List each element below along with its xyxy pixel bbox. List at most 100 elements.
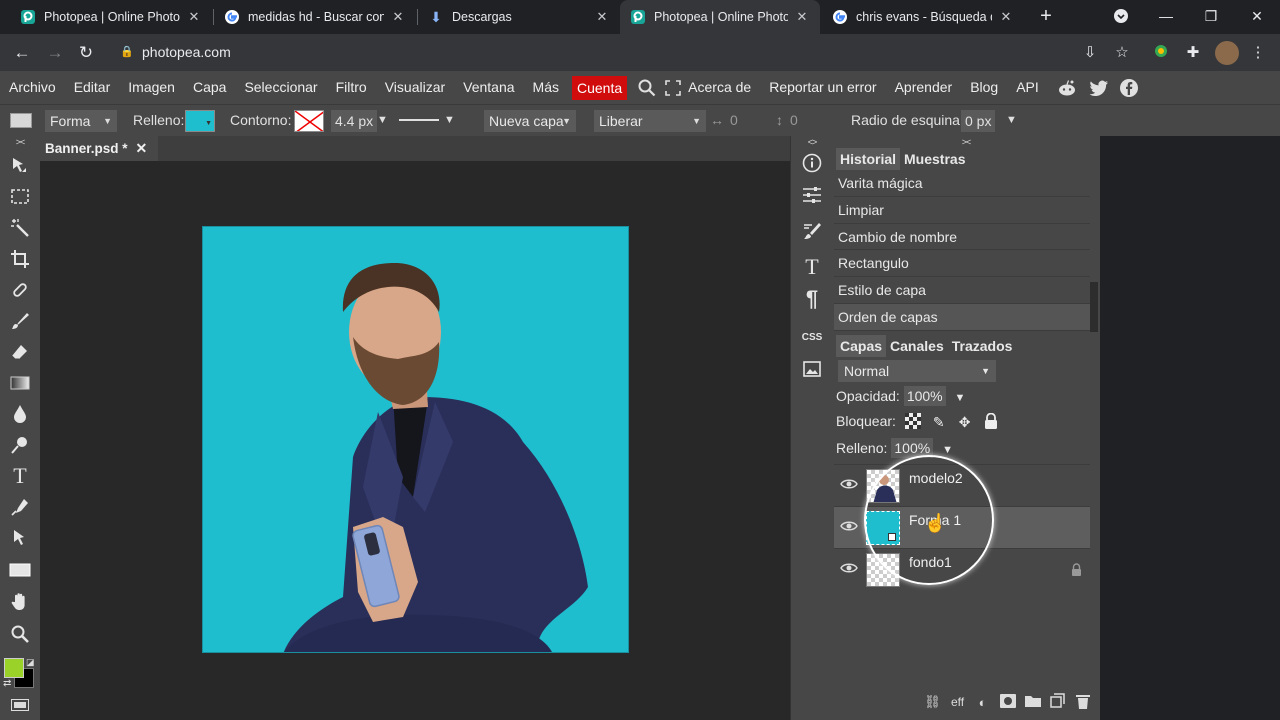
healing-brush-tool-icon[interactable] <box>6 276 34 304</box>
browser-tab-photopea-1[interactable]: Photopea | Online Photo E ✕ <box>10 0 212 34</box>
blur-tool-icon[interactable] <box>6 400 34 428</box>
history-item-current[interactable]: Orden de capas <box>834 303 1090 331</box>
browser-tab-photopea-active[interactable]: Photopea | Online Photo E ✕ <box>620 0 820 34</box>
forward-button[interactable]: → <box>42 40 68 66</box>
maximize-button[interactable]: ❐ <box>1196 5 1226 27</box>
height-value[interactable]: 0 <box>790 105 798 136</box>
facebook-icon[interactable] <box>1116 71 1142 104</box>
lock-all-icon[interactable] <box>982 412 1000 431</box>
menu-archivo[interactable]: Archivo <box>0 71 65 104</box>
reload-button[interactable]: ↻ <box>73 40 99 66</box>
document-tab[interactable]: Banner.psd * ✕ <box>40 136 158 161</box>
layer-row[interactable]: fondo1 <box>834 548 1090 590</box>
close-tab-icon[interactable]: ✕ <box>594 9 610 25</box>
trash-icon[interactable] <box>1070 693 1095 712</box>
default-colors-icon[interactable]: ◪ <box>26 657 35 668</box>
rectangle-tool-preset-icon[interactable] <box>10 113 32 128</box>
brush-settings-icon[interactable] <box>799 218 825 244</box>
stroke-style-line[interactable] <box>399 119 439 121</box>
fill-opacity-field[interactable]: 100% <box>891 438 934 458</box>
shape-mode-dropdown[interactable]: Forma ▼ <box>45 110 117 132</box>
close-window-button[interactable]: ✕ <box>1242 5 1272 27</box>
fill-dropdown-arrow[interactable]: ▼ <box>942 444 953 456</box>
menu-acerca-de[interactable]: Acerca de <box>686 71 760 104</box>
tab-canales[interactable]: Canales <box>886 335 948 357</box>
adjustments-sliders-icon[interactable] <box>799 182 825 208</box>
move-tool-icon[interactable] <box>6 152 34 180</box>
canvas[interactable] <box>202 226 629 653</box>
stroke-width-dropdown-arrow[interactable]: ▼ <box>377 105 388 136</box>
menu-api[interactable]: API <box>1007 71 1048 104</box>
opacity-dropdown-arrow[interactable]: ▼ <box>955 392 966 404</box>
opacity-field[interactable]: 100% <box>903 386 946 406</box>
css-icon[interactable]: CSS <box>799 324 825 350</box>
magic-wand-tool-icon[interactable] <box>6 214 34 242</box>
lock-transparency-icon[interactable] <box>904 413 922 431</box>
stroke-width-field[interactable]: 4.4 px <box>331 110 378 132</box>
back-button[interactable]: ← <box>9 40 35 66</box>
hand-tool-icon[interactable] <box>6 588 34 616</box>
quick-mask-icon[interactable] <box>11 699 29 711</box>
menu-capa[interactable]: Capa <box>184 71 235 104</box>
close-tab-icon[interactable]: ✕ <box>998 9 1014 25</box>
menu-imagen[interactable]: Imagen <box>119 71 184 104</box>
search-icon[interactable] <box>634 71 660 104</box>
eye-icon[interactable] <box>840 477 858 495</box>
rectangle-tool-icon[interactable] <box>6 556 34 584</box>
stroke-color-swatch[interactable] <box>294 110 324 132</box>
history-item[interactable]: Rectangulo <box>834 250 1090 278</box>
close-tab-icon[interactable]: ✕ <box>186 9 202 25</box>
stroke-style-dropdown-arrow[interactable]: ▼ <box>444 105 455 136</box>
layer-effects-button[interactable]: eff <box>945 695 970 709</box>
image-icon[interactable] <box>799 356 825 382</box>
link-icon[interactable]: ⛓ <box>920 694 945 710</box>
corner-radius-dropdown-arrow[interactable]: ▼ <box>1006 105 1017 136</box>
twitter-icon[interactable] <box>1086 71 1112 104</box>
brush-tool-icon[interactable] <box>6 307 34 335</box>
reddit-icon[interactable] <box>1054 71 1080 104</box>
new-layer-icon[interactable] <box>1045 693 1070 711</box>
alignment-dropdown[interactable]: Liberar ▼ <box>594 110 706 132</box>
type-tool-icon[interactable]: T <box>6 462 34 490</box>
menu-blog[interactable]: Blog <box>961 71 1007 104</box>
fullscreen-icon[interactable] <box>660 71 686 104</box>
swap-colors-icon[interactable]: ⇄ <box>3 678 11 689</box>
menu-editar[interactable]: Editar <box>65 71 120 104</box>
foreground-color-swatch-front[interactable] <box>4 658 24 678</box>
browser-tab-google-medidas[interactable]: medidas hd - Buscar con G ✕ <box>214 0 416 34</box>
corner-radius-field[interactable]: 0 px <box>961 110 996 132</box>
browser-menu-icon[interactable]: ⋮ <box>1248 43 1268 63</box>
extensions-puzzle-icon[interactable]: ✚ <box>1183 43 1203 63</box>
marquee-tool-icon[interactable] <box>6 183 34 211</box>
pen-tool-icon[interactable] <box>6 493 34 521</box>
bookmark-star-icon[interactable]: ☆ <box>1112 43 1132 63</box>
collapse-panels-icon[interactable]: <> <box>791 136 833 148</box>
layer-mode-dropdown[interactable]: Nueva capa ▼ <box>484 110 576 132</box>
dodge-tool-icon[interactable] <box>6 431 34 459</box>
mask-icon[interactable] <box>995 693 1020 711</box>
profile-avatar[interactable] <box>1215 41 1239 65</box>
tab-historial[interactable]: Historial <box>836 148 901 170</box>
history-item[interactable]: Estilo de capa <box>834 277 1090 304</box>
tab-search-button[interactable] <box>1106 5 1136 27</box>
fill-color-swatch[interactable]: ▼ <box>185 110 215 132</box>
menu-visualizar[interactable]: Visualizar <box>376 71 454 104</box>
layer-row[interactable]: modelo2 <box>834 464 1090 506</box>
history-item[interactable]: Cambio de nombre <box>834 224 1090 251</box>
collapse-right-panel-icon[interactable]: >< <box>832 136 1100 148</box>
menu-filtro[interactable]: Filtro <box>327 71 376 104</box>
crop-tool-icon[interactable] <box>6 245 34 273</box>
menu-seleccionar[interactable]: Seleccionar <box>235 71 326 104</box>
browser-tab-downloads[interactable]: ⬇ Descargas ✕ <box>418 0 620 34</box>
browser-tab-google-chris[interactable]: chris evans - Búsqueda de ✕ <box>822 0 1024 34</box>
history-scrollbar[interactable] <box>1090 282 1098 332</box>
adjustment-icon[interactable]: ◐ <box>970 695 995 710</box>
menu-ventana[interactable]: Ventana <box>454 71 523 104</box>
menu-aprender[interactable]: Aprender <box>886 71 962 104</box>
menu-reportar-error[interactable]: Reportar un error <box>760 71 885 104</box>
eye-icon[interactable] <box>840 561 858 579</box>
character-icon[interactable]: T <box>799 254 825 280</box>
width-value[interactable]: 0 <box>730 105 738 136</box>
lock-pixels-brush-icon[interactable]: ✎ <box>930 413 948 431</box>
collapse-tools-icon[interactable]: >< <box>0 136 40 148</box>
